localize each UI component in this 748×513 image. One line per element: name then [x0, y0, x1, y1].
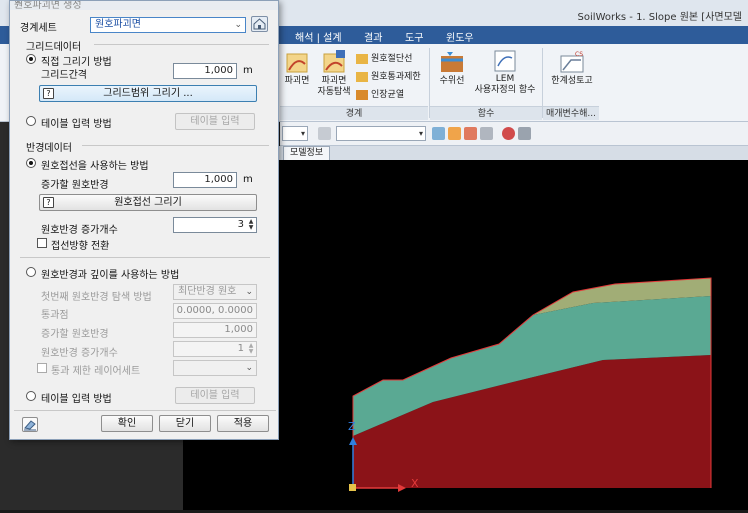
table-input-label-1: 테이블 입력 방법 [41, 119, 112, 130]
close-button[interactable]: 닫기 [159, 415, 211, 432]
tangent-direction-checkbox[interactable] [37, 238, 47, 248]
first-radius-method-select[interactable]: 최단반경 원호 ⌄ [173, 284, 257, 300]
grid-direct-radio[interactable] [26, 54, 36, 64]
group-function-label: 함수 [430, 106, 542, 120]
close-icon[interactable]: × [14, 1, 272, 7]
grid-range-draw-button[interactable]: ? 그리드범위 그리기 ... [39, 85, 257, 102]
grid-spacing-label: 그리드간격 [41, 70, 87, 81]
section-divider [20, 257, 270, 258]
radius-increment-2-input[interactable]: 1,000 [173, 322, 257, 338]
tab-tools[interactable]: 도구 [405, 29, 423, 44]
radius-increment-input[interactable]: 1,000 [173, 172, 237, 188]
lem-function-icon [494, 50, 516, 72]
tab-analysis-design[interactable]: 해석 | 설계 [295, 29, 342, 44]
pencil-icon[interactable] [318, 127, 331, 140]
slip-surface-button[interactable]: 파괴면 [282, 50, 312, 87]
svg-text:CS: CS [575, 51, 583, 58]
options-icon[interactable] [518, 127, 531, 140]
chevron-down-icon: ⌄ [245, 287, 253, 297]
table-input-button-2[interactable]: 테이블 입력 [175, 387, 255, 404]
section-divider [94, 44, 269, 45]
pass-point-label: 통과점 [41, 310, 69, 321]
tangent-draw-button[interactable]: ? 원호접선 그리기 [39, 194, 257, 211]
pass-point-input[interactable]: 0.0000, 0.0000 [173, 303, 257, 319]
help-icon: ? [43, 197, 54, 208]
app-title: SoilWorks - 1. Slope 원본 [사면모델 [577, 12, 742, 23]
tab-model-info[interactable]: 모델정보 [283, 146, 331, 160]
grid-section-title: 그리드데이터 [26, 42, 82, 53]
table-input-label-2: 테이블 입력 방법 [41, 394, 112, 405]
spin-arrows-icon[interactable]: ▲ ▼ [247, 219, 255, 231]
table-input-radio-2[interactable] [26, 391, 36, 401]
chevron-down-icon: ▾ [418, 129, 423, 138]
tension-crack-icon [356, 89, 368, 100]
confirm-button[interactable]: 확인 [101, 415, 153, 432]
tab-window[interactable]: 윈도우 [446, 29, 474, 44]
apply-button[interactable]: 적용 [217, 415, 269, 432]
chevron-down-icon: ▾ [300, 129, 305, 138]
radius-count-2-label: 원호반경 증가개수 [41, 348, 118, 359]
grid-spacing-input[interactable]: 1,000 [173, 63, 237, 79]
pass-layer-label: 통과 제한 레이어세트 [51, 366, 141, 377]
radius-count-label: 원호반경 증가개수 [41, 225, 118, 236]
slip-auto-search-icon [323, 50, 345, 73]
table-input-radio-1[interactable] [26, 116, 36, 126]
use-radius-depth-radio[interactable] [26, 267, 36, 277]
group-boundary-label: 경계 [280, 106, 428, 120]
tab-results[interactable]: 결과 [364, 29, 382, 44]
arc-slip-surface-dialog: 원호파괴면 생성 × 경계세트 원호파괴면 ⌄ 그리드데이터 직접 그리기 방법… [9, 0, 279, 440]
grid-spacing-unit: m [243, 65, 253, 76]
arc-pass-limit-icon [356, 71, 368, 82]
slip-auto-search-button[interactable]: 파괴면 자동탐색 [314, 50, 354, 98]
limit-fill-height-icon: CS [560, 51, 584, 73]
pass-layer-checkbox[interactable] [37, 363, 47, 373]
radius-increment-unit: m [243, 174, 253, 185]
slip-surface-icon [286, 53, 308, 73]
origin-marker [349, 484, 356, 491]
boundary-set-manage-icon[interactable] [251, 16, 268, 32]
stop-icon[interactable] [502, 127, 515, 140]
table-input-button-1[interactable]: 테이블 입력 [175, 113, 255, 130]
first-radius-method-label: 첫번째 원호반경 탐색 방법 [41, 292, 152, 303]
view-combo-1[interactable]: ▾ [282, 126, 308, 141]
select-icon[interactable] [448, 127, 461, 140]
group-parameter-label: 매개변수해... [543, 106, 599, 120]
z-axis-label: Z [348, 420, 356, 433]
use-tangent-radio[interactable] [26, 158, 36, 168]
limit-fill-height-button[interactable]: CS 한계성토고 [546, 50, 598, 87]
radius-increment-label: 증가할 원호반경 [41, 180, 109, 191]
pass-layer-select[interactable]: ⌄ [173, 360, 257, 376]
x-axis-label: X [411, 477, 419, 490]
section-divider [14, 410, 276, 411]
arc-cut-line-button[interactable]: 원호절단선 [356, 51, 412, 64]
water-level-icon [441, 52, 463, 72]
dialog-titlebar: 원호파괴면 생성 × [10, 1, 278, 10]
radius-section-title: 반경데이터 [26, 143, 72, 154]
radius-count-2-stepper[interactable]: 1 ▲ ▼ [173, 341, 257, 357]
lem-user-function-button[interactable]: LEM 사용자정의 함수 [470, 50, 540, 96]
boundary-set-select[interactable]: 원호파괴면 ⌄ [90, 17, 246, 33]
section-divider [82, 145, 269, 146]
cursor-icon[interactable] [480, 127, 493, 140]
view-toolbar: ▾ ▾ [280, 122, 748, 146]
eraser-icon[interactable] [22, 417, 38, 432]
radius-count-stepper[interactable]: 3 ▲ ▼ [173, 217, 257, 233]
boundary-set-label: 경계세트 [20, 23, 57, 34]
tangent-direction-label: 접선방향 전환 [51, 241, 110, 252]
spin-arrows-icon[interactable]: ▲ ▼ [247, 343, 255, 355]
view-combo-2[interactable]: ▾ [336, 126, 426, 141]
arc-pass-limit-button[interactable]: 원호통과제한 [356, 69, 421, 82]
arc-cut-line-icon [356, 53, 368, 64]
help-icon: ? [43, 88, 54, 99]
pointer-icon[interactable] [464, 127, 477, 140]
zoom-icon[interactable] [432, 127, 445, 140]
use-tangent-label: 원호접선을 사용하는 방법 [41, 161, 149, 172]
radius-increment-2-label: 증가할 원호반경 [41, 329, 109, 340]
chevron-down-icon: ⌄ [234, 20, 242, 30]
tension-crack-button[interactable]: 인장균열 [356, 87, 404, 100]
chevron-down-icon: ⌄ [245, 363, 253, 373]
use-radius-depth-label: 원호반경과 깊이를 사용하는 방법 [41, 270, 180, 281]
water-level-button[interactable]: 수위선 [434, 50, 470, 87]
